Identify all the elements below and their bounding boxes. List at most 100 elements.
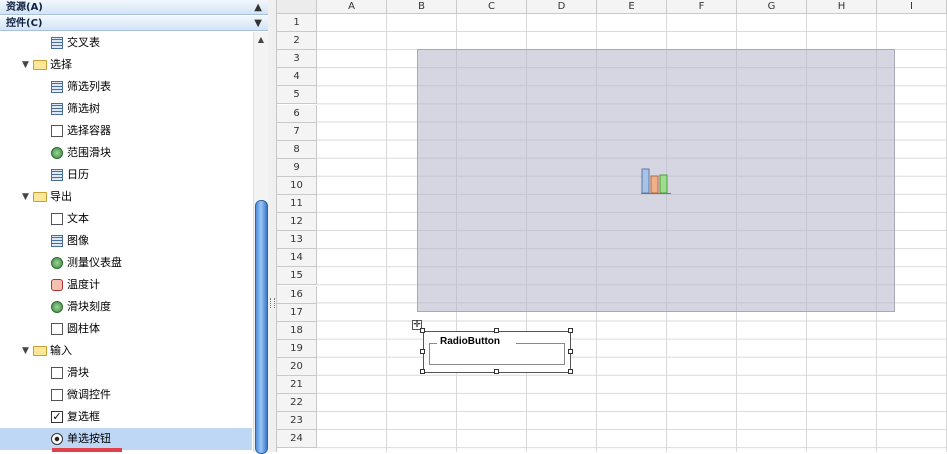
chevron-up-icon[interactable]: ▲ xyxy=(254,0,262,15)
tree-item-label: 测量仪表盘 xyxy=(67,256,122,269)
folder-icon xyxy=(33,192,47,202)
row-header[interactable]: 15 xyxy=(277,267,317,286)
bar-chart-icon xyxy=(641,168,671,194)
resize-handle-w[interactable] xyxy=(420,349,425,354)
tree-item-label: 文本 xyxy=(67,212,89,225)
row-header[interactable]: 16 xyxy=(277,285,317,304)
report-sheet: ABCDEFGHI 1 2 3 4 5 6 7 8 9 10 11 12 13 14 15 16 17 18 19 2… xyxy=(277,0,947,452)
expand-toggle-icon[interactable]: ▼ xyxy=(22,186,29,208)
calendar-icon xyxy=(51,169,63,181)
column-header[interactable]: I xyxy=(877,0,947,14)
controls-section-header[interactable]: 控件(C) ▼ xyxy=(0,16,268,31)
sheet-corner[interactable] xyxy=(277,0,317,14)
expand-toggle-icon[interactable]: ▼ xyxy=(22,54,29,76)
tree-item[interactable]: 滑块刻度 xyxy=(0,296,252,318)
chevron-down-icon[interactable]: ▼ xyxy=(254,16,262,31)
range-slider-icon xyxy=(51,147,63,159)
tree-item[interactable]: 温度计 xyxy=(0,274,252,296)
tree-item[interactable]: ▼ 导出 xyxy=(0,186,252,208)
radio-button-widget[interactable]: RadioButton xyxy=(423,331,571,373)
row-header[interactable]: 6 xyxy=(277,104,317,123)
tree-item-label: 滑块 xyxy=(67,366,89,379)
scroll-thumb[interactable] xyxy=(255,200,268,454)
slider-icon xyxy=(51,367,63,379)
tree-item[interactable]: 筛选树 xyxy=(0,98,252,120)
tree-item[interactable]: 微调控件 xyxy=(0,384,252,406)
row-header[interactable]: 12 xyxy=(277,213,317,232)
resize-handle-nw[interactable] xyxy=(420,328,425,333)
row-header[interactable]: 18 xyxy=(277,321,317,340)
column-header[interactable]: C xyxy=(457,0,527,14)
column-header[interactable]: F xyxy=(667,0,737,14)
tree-item-label: 输入 xyxy=(50,344,72,357)
row-header[interactable]: 10 xyxy=(277,176,317,195)
tree-item[interactable]: 筛选列表 xyxy=(0,76,252,98)
resize-handle-n[interactable] xyxy=(494,328,499,333)
row-header[interactable]: 24 xyxy=(277,430,317,449)
tree-item-label: 微调控件 xyxy=(67,388,111,401)
column-header[interactable]: E xyxy=(597,0,667,14)
scroll-up-arrow-icon[interactable]: ▲ xyxy=(254,34,268,46)
tree-item[interactable]: 选择容器 xyxy=(0,120,252,142)
row-header[interactable]: 1 xyxy=(277,14,317,33)
row-header[interactable]: 9 xyxy=(277,158,317,177)
row-header[interactable]: 5 xyxy=(277,86,317,105)
filter-list-icon xyxy=(51,81,63,93)
spinner-icon xyxy=(51,389,63,401)
row-header[interactable]: 8 xyxy=(277,140,317,159)
column-header[interactable]: B xyxy=(387,0,457,14)
tree-item[interactable]: 文本 xyxy=(0,208,252,230)
row-header[interactable]: 22 xyxy=(277,394,317,413)
tree-item-label: 范围滑块 xyxy=(67,146,111,159)
row-header[interactable]: 21 xyxy=(277,376,317,395)
row-header[interactable]: 17 xyxy=(277,303,317,322)
tree-item[interactable]: ✓ 复选框 xyxy=(0,406,252,428)
tree-item[interactable]: 图像 xyxy=(0,230,252,252)
splitter-grip-icon[interactable] xyxy=(270,298,275,308)
row-header[interactable]: 23 xyxy=(277,412,317,431)
tree-item-label: 温度计 xyxy=(67,278,100,291)
tree-item[interactable]: 滑块 xyxy=(0,362,252,384)
tree-item-label: 筛选列表 xyxy=(67,80,111,93)
tree-scrollbar[interactable]: ▲ xyxy=(253,32,268,454)
tree-item-label: 复选框 xyxy=(67,410,100,423)
resources-section-header[interactable]: 资源(A) ▲ xyxy=(0,0,268,15)
row-header[interactable]: 14 xyxy=(277,249,317,268)
tree-item[interactable]: 圆柱体 xyxy=(0,318,252,340)
row-header[interactable]: 7 xyxy=(277,122,317,141)
resize-handle-se[interactable] xyxy=(568,369,573,374)
column-header[interactable]: G xyxy=(737,0,807,14)
panel-splitter[interactable] xyxy=(268,0,277,452)
column-header[interactable]: D xyxy=(527,0,597,14)
row-header[interactable]: 13 xyxy=(277,231,317,250)
tree-item[interactable]: 测量仪表盘 xyxy=(0,252,252,274)
tree-item[interactable]: 日历 xyxy=(0,164,252,186)
resize-handle-s[interactable] xyxy=(494,369,499,374)
column-header[interactable]: A xyxy=(317,0,387,14)
chart-placeholder[interactable] xyxy=(417,49,895,312)
tree-item[interactable]: ▼ 输入 xyxy=(0,340,252,362)
resize-handle-ne[interactable] xyxy=(568,328,573,333)
tree-item-label: 日历 xyxy=(67,168,89,181)
tree-item[interactable]: ▼ 选择 xyxy=(0,54,252,76)
tree-item[interactable]: 交叉表 xyxy=(0,32,252,54)
tree-item-label: 滑块刻度 xyxy=(67,300,111,313)
row-header[interactable]: 3 xyxy=(277,50,317,69)
resize-handle-e[interactable] xyxy=(568,349,573,354)
expand-toggle-icon[interactable]: ▼ xyxy=(22,340,29,362)
tree-item[interactable]: 单选按钮 xyxy=(0,428,252,450)
row-header[interactable]: 20 xyxy=(277,357,317,376)
row-header[interactable]: 11 xyxy=(277,195,317,214)
column-header[interactable]: H xyxy=(807,0,877,14)
text-icon xyxy=(51,213,63,225)
cell-grid[interactable]: ✛ RadioButton xyxy=(317,14,947,452)
row-header[interactable]: 2 xyxy=(277,32,317,51)
tree-item-label: 单选按钮 xyxy=(67,432,111,445)
tree-item-label: 交叉表 xyxy=(67,36,100,49)
row-header[interactable]: 4 xyxy=(277,68,317,87)
resize-handle-sw[interactable] xyxy=(420,369,425,374)
controls-section-label: 控件(C) xyxy=(6,18,43,29)
image-icon xyxy=(51,235,63,247)
tree-item[interactable]: 范围滑块 xyxy=(0,142,252,164)
row-header[interactable]: 19 xyxy=(277,339,317,358)
